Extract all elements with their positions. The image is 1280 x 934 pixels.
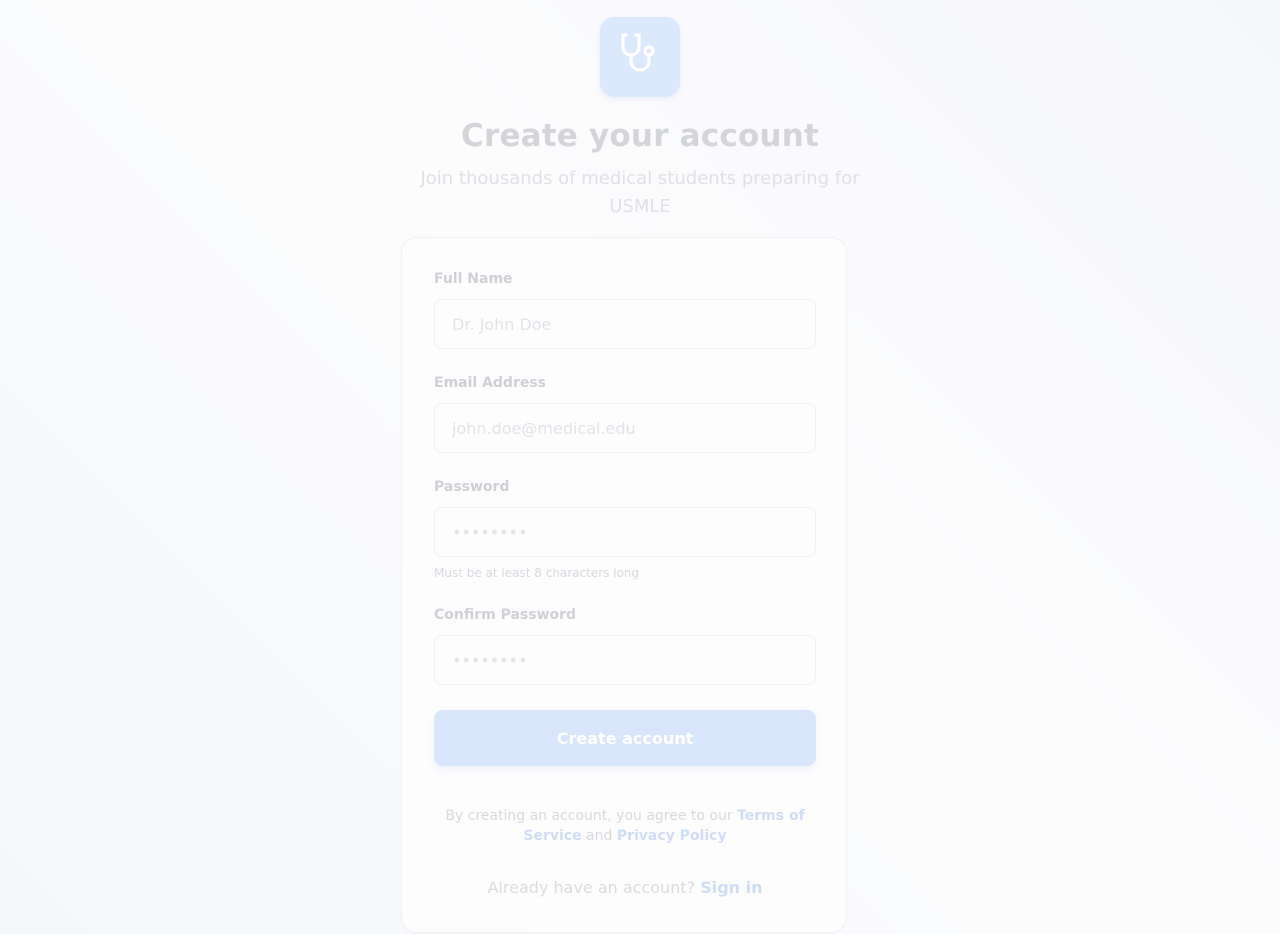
sign-in-link[interactable]: Sign in bbox=[700, 878, 762, 897]
confirm-password-input[interactable] bbox=[434, 635, 816, 685]
password-input[interactable] bbox=[434, 507, 816, 557]
signup-card: Full Name Email Address Password Must be… bbox=[401, 237, 847, 933]
confirm-password-label: Confirm Password bbox=[434, 607, 577, 623]
email-label: Email Address bbox=[434, 375, 547, 391]
signin-prompt-row: Already have an account? Sign in bbox=[402, 878, 848, 897]
page-subtitle: Join thousands of medical students prepa… bbox=[420, 168, 860, 217]
app-logo bbox=[600, 17, 680, 97]
privacy-policy-link[interactable]: Privacy Policy bbox=[617, 828, 727, 844]
legal-prefix: By creating an account, you agree to our bbox=[445, 808, 738, 824]
full-name-label: Full Name bbox=[434, 271, 513, 287]
email-input[interactable] bbox=[434, 403, 816, 453]
page-title: Create your account bbox=[461, 118, 819, 154]
create-account-button[interactable]: Create account bbox=[434, 710, 816, 766]
full-name-input[interactable] bbox=[434, 299, 816, 349]
stethoscope-icon bbox=[617, 32, 663, 82]
password-label: Password bbox=[434, 479, 510, 495]
legal-notice: By creating an account, you agree to our… bbox=[434, 806, 816, 846]
password-hint: Must be at least 8 characters long bbox=[434, 566, 640, 580]
legal-middle: and bbox=[581, 828, 617, 844]
signin-prompt: Already have an account? bbox=[487, 878, 701, 897]
